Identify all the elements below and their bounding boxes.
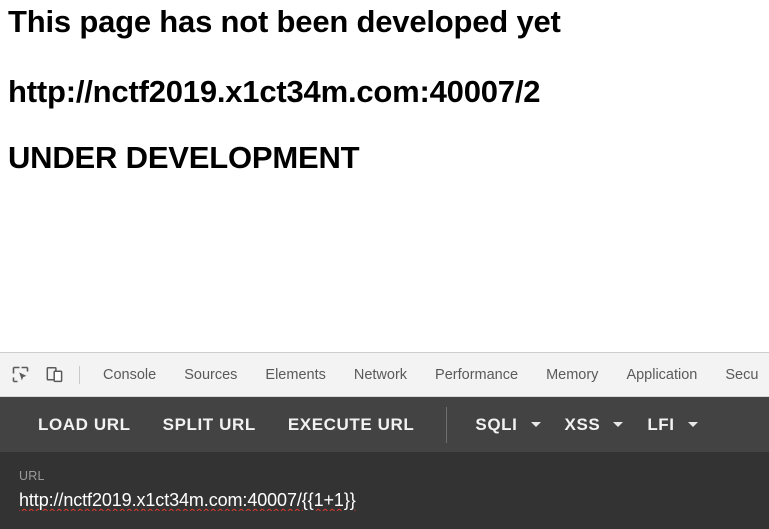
execute-url-button[interactable]: EXECUTE URL bbox=[272, 397, 431, 452]
devtools-tab-sources[interactable]: Sources bbox=[170, 354, 251, 396]
inspect-element-icon[interactable] bbox=[7, 362, 34, 388]
devtools-tabbar: Console Sources Elements Network Perform… bbox=[0, 353, 769, 397]
sqli-menu-button[interactable]: SQLI bbox=[463, 415, 552, 435]
sqli-menu-label: SQLI bbox=[475, 414, 518, 434]
chevron-down-icon bbox=[530, 422, 541, 427]
load-url-button[interactable]: LOAD URL bbox=[22, 397, 147, 452]
browser-page-content: This page has not been developed yet htt… bbox=[0, 0, 769, 352]
toolbar-divider bbox=[79, 365, 80, 384]
devtools-tab-elements[interactable]: Elements bbox=[251, 354, 339, 396]
devtools-tab-application[interactable]: Application bbox=[612, 354, 711, 396]
hackbar-toolbar: LOAD URL SPLIT URL EXECUTE URL SQLI XSS … bbox=[0, 397, 769, 452]
devtools-tab-security[interactable]: Secu bbox=[711, 354, 769, 396]
url-field-label: URL bbox=[19, 469, 45, 483]
devtools-tab-performance[interactable]: Performance bbox=[421, 354, 532, 396]
split-url-button[interactable]: SPLIT URL bbox=[147, 397, 272, 452]
page-heading-url: http://nctf2019.x1ct34m.com:40007/2 bbox=[8, 74, 541, 109]
lfi-menu-label: LFI bbox=[647, 414, 675, 434]
xss-menu-button[interactable]: XSS bbox=[553, 415, 636, 435]
devtools-tab-memory[interactable]: Memory bbox=[532, 354, 612, 396]
page-heading-under-development: UNDER DEVELOPMENT bbox=[8, 140, 360, 175]
devtools-panel: Console Sources Elements Network Perform… bbox=[0, 352, 769, 529]
hackbar-divider bbox=[446, 406, 448, 443]
page-heading-not-developed: This page has not been developed yet bbox=[8, 4, 561, 39]
devtools-tab-network[interactable]: Network bbox=[340, 354, 421, 396]
device-toolbar-icon[interactable] bbox=[41, 362, 68, 388]
devtools-tab-console[interactable]: Console bbox=[89, 354, 170, 396]
lfi-menu-button[interactable]: LFI bbox=[635, 415, 709, 435]
chevron-down-icon bbox=[613, 422, 624, 427]
chevron-down-icon bbox=[687, 422, 698, 427]
xss-menu-label: XSS bbox=[564, 414, 601, 434]
hackbar-url-panel: URL bbox=[0, 452, 769, 529]
url-input[interactable] bbox=[19, 490, 739, 511]
